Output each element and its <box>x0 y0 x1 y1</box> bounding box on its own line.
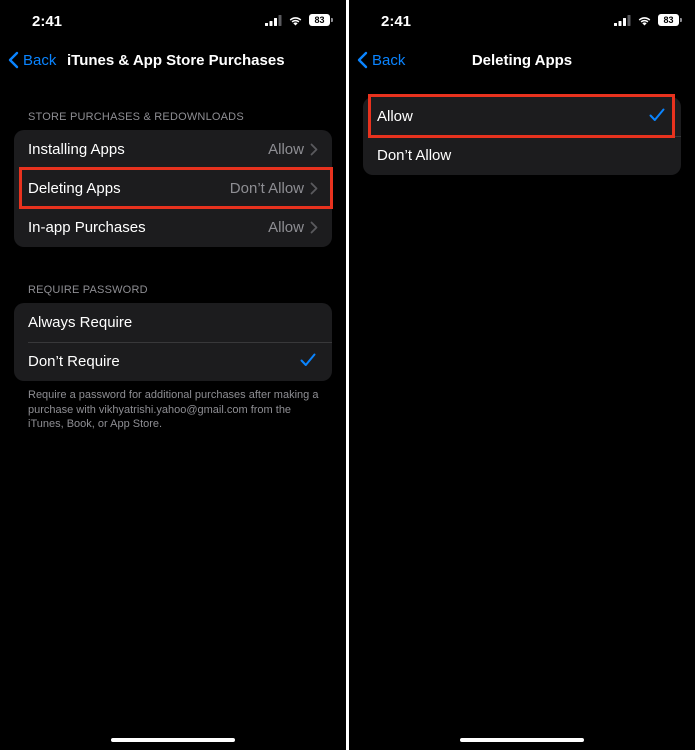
password-section-header: REQUIRE PASSWORD <box>28 284 148 296</box>
always-require-row[interactable]: Always Require <box>14 303 332 342</box>
chevron-right-icon <box>310 143 318 156</box>
dont-require-row[interactable]: Don’t Require <box>14 342 332 381</box>
require-password-group: Always Require Don’t Require <box>14 303 332 381</box>
navigation-bar: Back Deleting Apps <box>349 44 695 80</box>
signal-icon <box>614 14 631 26</box>
checkmark-icon <box>300 353 316 366</box>
status-icons: 83 <box>614 14 682 26</box>
deleting-apps-options-group: Allow Don’t Allow <box>363 97 681 175</box>
checkmark-icon <box>649 108 665 121</box>
deleting-apps-row[interactable]: Deleting Apps Don’t Allow <box>14 169 332 208</box>
navigation-bar: Back iTunes & App Store Purchases <box>0 44 346 80</box>
row-label: Deleting Apps <box>28 180 121 197</box>
row-label: Don’t Allow <box>377 147 452 164</box>
page-title: iTunes & App Store Purchases <box>67 52 285 69</box>
password-footer-note: Require a password for additional purcha… <box>28 389 319 430</box>
row-value: Don’t Allow <box>229 180 304 197</box>
status-bar: 2:41 83 <box>0 0 346 44</box>
page-title: Deleting Apps <box>471 52 573 69</box>
row-value: Allow <box>268 141 304 158</box>
dont-allow-option-row[interactable]: Don’t Allow <box>363 136 681 175</box>
row-label: In-app Purchases <box>28 219 146 236</box>
store-purchases-group: Installing Apps Allow Deleting Apps Don’… <box>14 130 332 247</box>
row-value: Allow <box>268 219 304 236</box>
left-screen: 2:41 83 Back iTunes & App Store Purchase… <box>0 0 346 750</box>
row-label: Always Require <box>28 314 133 331</box>
status-time: 2:41 <box>381 13 412 30</box>
status-bar: 2:41 83 <box>349 0 695 44</box>
signal-icon <box>265 14 282 26</box>
chevron-left-icon <box>8 51 19 69</box>
installing-apps-row[interactable]: Installing Apps Allow <box>14 130 332 169</box>
store-section-header: STORE PURCHASES & REDOWNLOADS <box>28 111 244 123</box>
status-icons: 83 <box>265 14 333 26</box>
battery-icon: 83 <box>658 14 682 26</box>
wifi-icon <box>289 16 302 25</box>
right-screen: 2:41 83 Back Deleting Apps Allow Don’t A… <box>349 0 695 750</box>
home-indicator[interactable] <box>460 738 584 742</box>
in-app-purchases-row[interactable]: In-app Purchases Allow <box>14 208 332 247</box>
row-label: Allow <box>377 108 413 125</box>
battery-icon: 83 <box>309 14 333 26</box>
back-label: Back <box>23 51 57 69</box>
allow-option-row[interactable]: Allow <box>363 97 681 136</box>
row-label: Installing Apps <box>28 141 125 158</box>
wifi-icon <box>638 16 651 25</box>
row-label: Don’t Require <box>28 353 120 370</box>
back-button[interactable]: Back <box>8 51 56 69</box>
chevron-right-icon <box>310 221 318 234</box>
chevron-right-icon <box>310 182 318 195</box>
status-time: 2:41 <box>32 13 63 30</box>
home-indicator[interactable] <box>111 738 235 742</box>
